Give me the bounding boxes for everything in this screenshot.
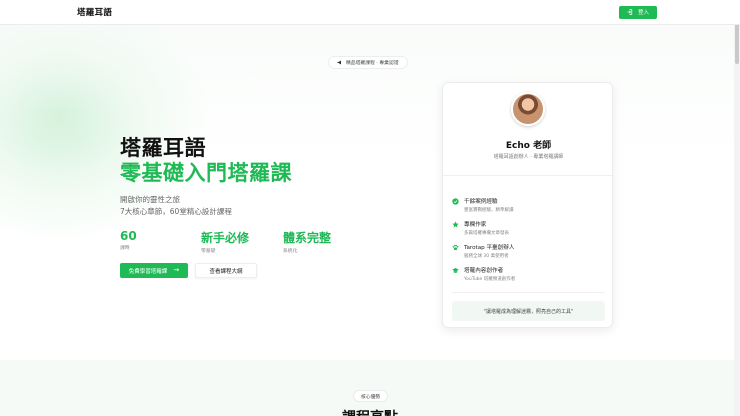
card-divider: [443, 175, 614, 176]
stat-system: 體系完整 系統化: [283, 229, 331, 254]
hero-section: 精品塔羅課程 · 專業認證 塔羅耳語 零基礎入門塔羅課 開啟你的靈性之旅 7大核…: [0, 25, 740, 360]
hero-desc-1: 開啟你的靈性之旅: [120, 195, 180, 204]
stat-beginner: 新手必修 零基礎: [201, 229, 249, 254]
section-title: 課程亮點: [0, 407, 740, 416]
login-icon: [627, 9, 633, 15]
view-syllabus-button[interactable]: 查看課程大綱: [195, 263, 257, 278]
hero-gradient: [0, 25, 740, 360]
feature-desc: 多篇塔羅專欄文章發表: [464, 231, 509, 236]
brand-logo[interactable]: 塔羅耳語: [77, 6, 112, 18]
stat-label: 系統化: [283, 249, 298, 254]
section-badge: 核心優勢: [353, 390, 389, 402]
feature-title: 千餘案例經驗: [464, 199, 498, 205]
stat-value: 新手必修: [201, 231, 250, 245]
paw-icon: [452, 244, 459, 251]
arrow-right-icon: →: [173, 266, 180, 274]
avatar: [511, 92, 545, 126]
check-circle-icon: [452, 198, 459, 205]
free-learn-button[interactable]: 免費學習塔羅課 →: [120, 263, 188, 278]
card-divider: [452, 292, 605, 293]
hero-badge: 精品塔羅課程 · 專業認證: [328, 56, 408, 69]
stat-lessons: 60 課時: [120, 229, 137, 251]
hero-subtitle: 零基礎入門塔羅課: [120, 161, 292, 185]
scrollbar[interactable]: [734, 0, 740, 416]
feature-item: 塔羅內容創作者 YouTube 塔羅頻道創作者: [452, 266, 515, 282]
feature-desc: YouTube 塔羅頻道創作者: [464, 277, 516, 282]
feature-item: 千餘案例經驗 豐富實戰經驗，精準解讀: [452, 197, 514, 213]
teacher-card: Echo 老師 塔羅耳語創辦人 · 專業塔羅講師 千餘案例經驗 豐富實戰經驗，精…: [442, 82, 614, 328]
star-icon: [452, 221, 459, 228]
stat-label: 課時: [120, 246, 130, 251]
feature-desc: 豐富實戰經驗，精準解讀: [464, 208, 514, 213]
feature-title: 專欄作家: [464, 222, 487, 228]
hero-badge-text: 精品塔羅課程 · 專業認證: [346, 61, 399, 66]
stat-label: 零基礎: [201, 249, 216, 254]
page: 塔羅耳語 登入 精品塔羅課程 · 專業認證 塔羅耳語 零基礎入門塔羅課 開啟你的…: [0, 0, 740, 416]
stat-value: 60: [120, 229, 137, 243]
feature-item: Tarotap 平臺創辦人 服務全球 30 萬使用者: [452, 243, 514, 259]
free-learn-label: 免費學習塔羅課: [128, 268, 168, 275]
login-button[interactable]: 登入: [618, 5, 657, 19]
megaphone-icon: [337, 60, 341, 65]
feature-title: 塔羅內容創作者: [464, 268, 504, 274]
graduation-cap-icon: [452, 268, 459, 273]
hero-desc-2: 7大核心章節，60堂精心設計課程: [120, 207, 232, 216]
highlights-section: 核心優勢 課程亮點: [0, 360, 740, 416]
teacher-subtitle: 塔羅耳語創辦人 · 專業塔羅講師: [493, 154, 564, 160]
feature-item: 專欄作家 多篇塔羅專欄文章發表: [452, 220, 509, 236]
login-label: 登入: [637, 10, 649, 16]
feature-title: Tarotap 平臺創辦人: [464, 245, 515, 251]
stat-value: 體系完整: [283, 231, 332, 245]
feature-desc: 服務全球 30 萬使用者: [464, 254, 509, 259]
view-syllabus-label: 查看課程大綱: [209, 268, 243, 275]
top-nav: 塔羅耳語 登入: [0, 0, 740, 25]
teacher-quote: "讓塔羅成為理解迷霧，照亮自己的工具": [452, 301, 605, 321]
teacher-name: Echo 老師: [505, 141, 552, 151]
